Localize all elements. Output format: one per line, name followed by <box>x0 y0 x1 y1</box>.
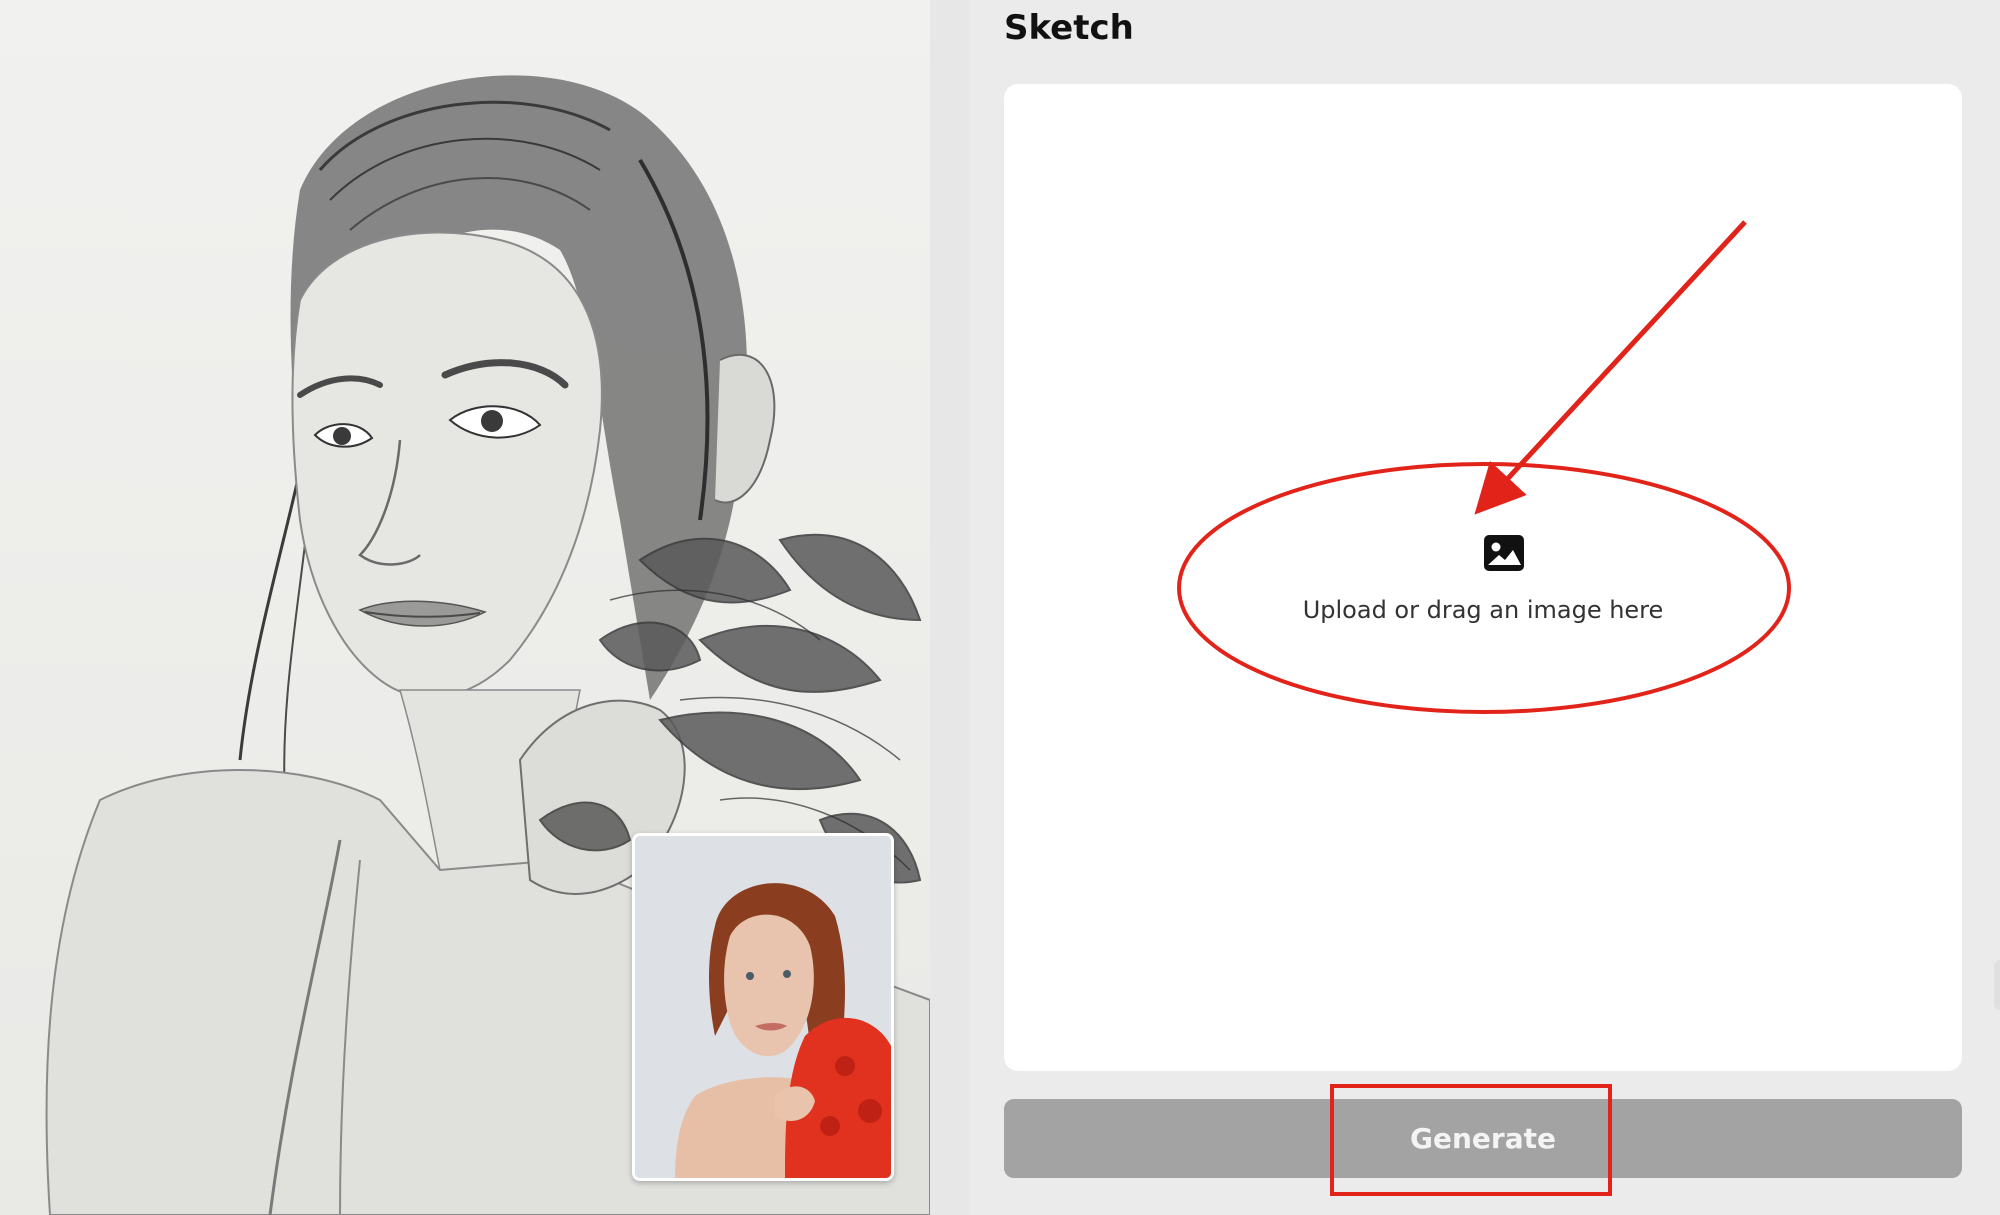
upload-prompt: Upload or drag an image here <box>1302 596 1664 624</box>
image-icon <box>1484 535 1524 571</box>
side-drawer-handle[interactable] <box>1994 960 2000 1010</box>
panel-title: Sketch <box>1004 8 1134 48</box>
panel-divider <box>930 0 970 1215</box>
original-photo-thumbnail <box>632 833 894 1181</box>
generate-button[interactable]: Generate <box>1004 1099 1962 1178</box>
original-photo-image <box>635 836 891 1178</box>
upload-dropzone[interactable]: Upload or drag an image here <box>1004 84 1962 1071</box>
sketch-panel: Sketch Upload or drag an image here Gene… <box>970 0 2000 1215</box>
sketch-preview <box>0 0 930 1215</box>
